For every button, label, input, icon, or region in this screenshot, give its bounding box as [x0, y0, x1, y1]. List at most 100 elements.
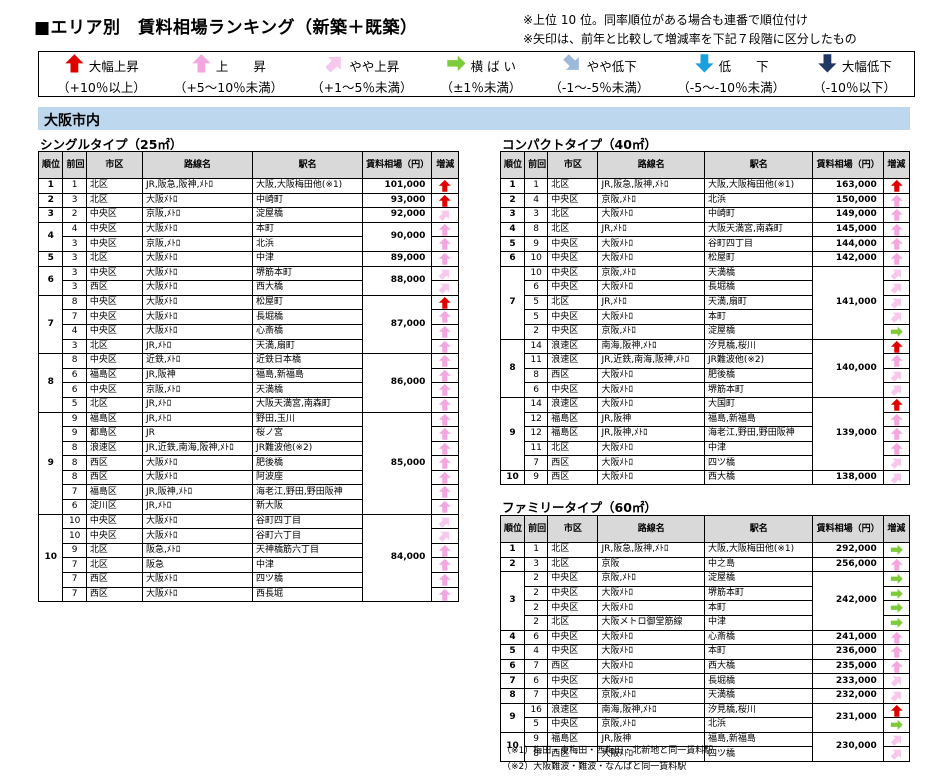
rent-cell: 88,000 [362, 265, 433, 296]
change-cell [431, 513, 459, 530]
rent-cell: 84,000 [362, 513, 433, 603]
rent-cell: 163,000 [812, 178, 884, 194]
station-cell: 大阪天満宮,南森町 [252, 396, 364, 413]
arrow-up-icon [884, 442, 908, 455]
line-cell: 大阪ﾒﾄﾛ [597, 280, 705, 296]
ward-cell: 西区 [85, 572, 143, 588]
rent-cell: 85,000 [362, 411, 433, 515]
rent-cell: 89,000 [362, 250, 433, 267]
previous-rank-cell: 6 [62, 367, 87, 384]
rent-cell: 150,000 [812, 192, 884, 209]
previous-rank-cell: 11 [524, 353, 549, 369]
station-cell: 松屋町 [252, 294, 364, 311]
table-row: 6 10 中央区 大阪ﾒﾄﾛ 松屋町 142,000 [499, 250, 911, 267]
rank-cell: 5 [499, 644, 526, 660]
line-cell: 大阪ﾒﾄﾛ [597, 367, 705, 384]
previous-rank-cell: 3 [524, 207, 549, 223]
column-header: 市区 [547, 515, 599, 543]
line-cell: 京阪,ﾒﾄﾛ [141, 207, 254, 223]
arrow-up-slight-icon [433, 282, 458, 295]
station-cell: 四ツ橋 [703, 746, 814, 762]
ward-cell: 北区 [547, 294, 599, 311]
line-cell: JR,阪急,阪神,ﾒﾄﾛ [597, 178, 705, 194]
station-cell: 中津 [703, 614, 814, 631]
ward-cell: 中央区 [85, 265, 143, 282]
station-cell: 淀屋橋 [252, 207, 364, 223]
ward-cell: 浪速区 [547, 702, 599, 719]
station-cell: 四ツ橋 [703, 455, 814, 471]
rank-cell: 10 [499, 469, 526, 486]
table-row: 3 2 中央区 京阪,ﾒﾄﾛ 淀屋橋 92,000 [37, 207, 459, 223]
ward-cell: 北区 [547, 542, 599, 558]
rank-cell: 8 [499, 687, 526, 704]
arrow-up-icon [433, 384, 458, 397]
change-cell [431, 265, 459, 282]
previous-rank-cell: 3 [62, 250, 87, 267]
arrow-up-icon [433, 486, 458, 499]
change-cell [431, 323, 459, 340]
ward-cell: 中央区 [547, 717, 599, 733]
ward-cell: 中央区 [547, 192, 599, 209]
previous-rank-cell: 2 [524, 585, 549, 602]
line-cell: 大阪ﾒﾄﾛ [597, 585, 705, 602]
station-cell: 大阪,大阪梅田他(※1) [703, 178, 814, 194]
legend-label: 大幅低下 [841, 58, 892, 74]
line-cell: 大阪ﾒﾄﾛ [141, 469, 254, 486]
change-cell [882, 731, 911, 748]
station-cell: 天満橋 [703, 687, 814, 704]
station-cell: 淀屋橋 [703, 571, 814, 587]
rank-cell: 3 [37, 207, 64, 223]
previous-rank-cell: 7 [62, 557, 87, 574]
line-cell: JR,阪神 [141, 367, 254, 384]
rank-cell: 8 [37, 353, 64, 413]
line-cell: JR,阪神 [597, 411, 705, 428]
rent-cell: 145,000 [812, 221, 884, 238]
station-cell: 長堀橋 [703, 673, 814, 689]
station-cell: 本町 [703, 600, 814, 616]
line-cell: 京阪,ﾒﾄﾛ [597, 717, 705, 733]
station-cell: 中之島 [703, 556, 814, 573]
ward-cell: 北区 [85, 250, 143, 267]
change-cell [431, 499, 459, 515]
arrow-up-icon [884, 660, 908, 673]
legend-label: やや低下 [586, 58, 637, 74]
table-header-row: 順位 前回 市区 路線名 駅名 賃料相場（円） 増減 [37, 151, 459, 179]
line-cell: 京阪,ﾒﾄﾛ [597, 687, 705, 704]
rank-cell: 4 [499, 629, 526, 646]
station-cell: 福島,新福島 [703, 731, 814, 748]
change-cell [882, 250, 911, 267]
ward-cell: 中央区 [547, 571, 599, 587]
rent-cell: 256,000 [812, 556, 884, 573]
previous-rank-cell: 7 [524, 455, 549, 471]
notes: ※上位 10 位。同率順位がある場合も連番で順位付け ※矢印は、前年と比較して増… [523, 11, 857, 49]
line-cell: 南海,阪神,ﾒﾄﾛ [597, 338, 705, 355]
change-cell [882, 629, 911, 646]
ward-cell: 中央区 [85, 309, 143, 325]
line-cell: 大阪ﾒﾄﾛ [597, 644, 705, 660]
ward-cell: 中央区 [85, 207, 143, 223]
arrow-up-slight-icon [884, 282, 908, 295]
ward-cell: 中央区 [85, 221, 143, 238]
line-cell: 阪急 [141, 557, 254, 574]
previous-rank-cell: 6 [62, 499, 87, 515]
rank-cell: 6 [37, 265, 64, 296]
rent-cell: 241,000 [812, 629, 884, 646]
rent-cell: 242,000 [812, 571, 884, 631]
station-cell: 福島,新福島 [252, 367, 364, 384]
line-cell: 大阪ﾒﾄﾛ [141, 192, 254, 209]
rent-cell: 101,000 [362, 178, 433, 194]
arrow-up-icon [433, 544, 458, 557]
ward-cell: 中央区 [85, 323, 143, 340]
arrow-up-icon [884, 252, 908, 265]
station-cell: 福島,新福島 [703, 411, 814, 428]
arrow-up-icon [191, 53, 212, 77]
ward-cell: 北区 [85, 557, 143, 574]
area-heading: 大阪市内 [38, 107, 910, 130]
previous-rank-cell: 7 [62, 572, 87, 588]
previous-rank-cell: 4 [62, 221, 87, 238]
station-cell: 汐見橋,桜川 [703, 338, 814, 355]
previous-rank-cell: 9 [524, 236, 549, 252]
line-cell: 阪急,ﾒﾄﾛ [141, 542, 254, 559]
rank-cell: 1 [499, 542, 526, 558]
arrow-up-icon [433, 457, 458, 470]
